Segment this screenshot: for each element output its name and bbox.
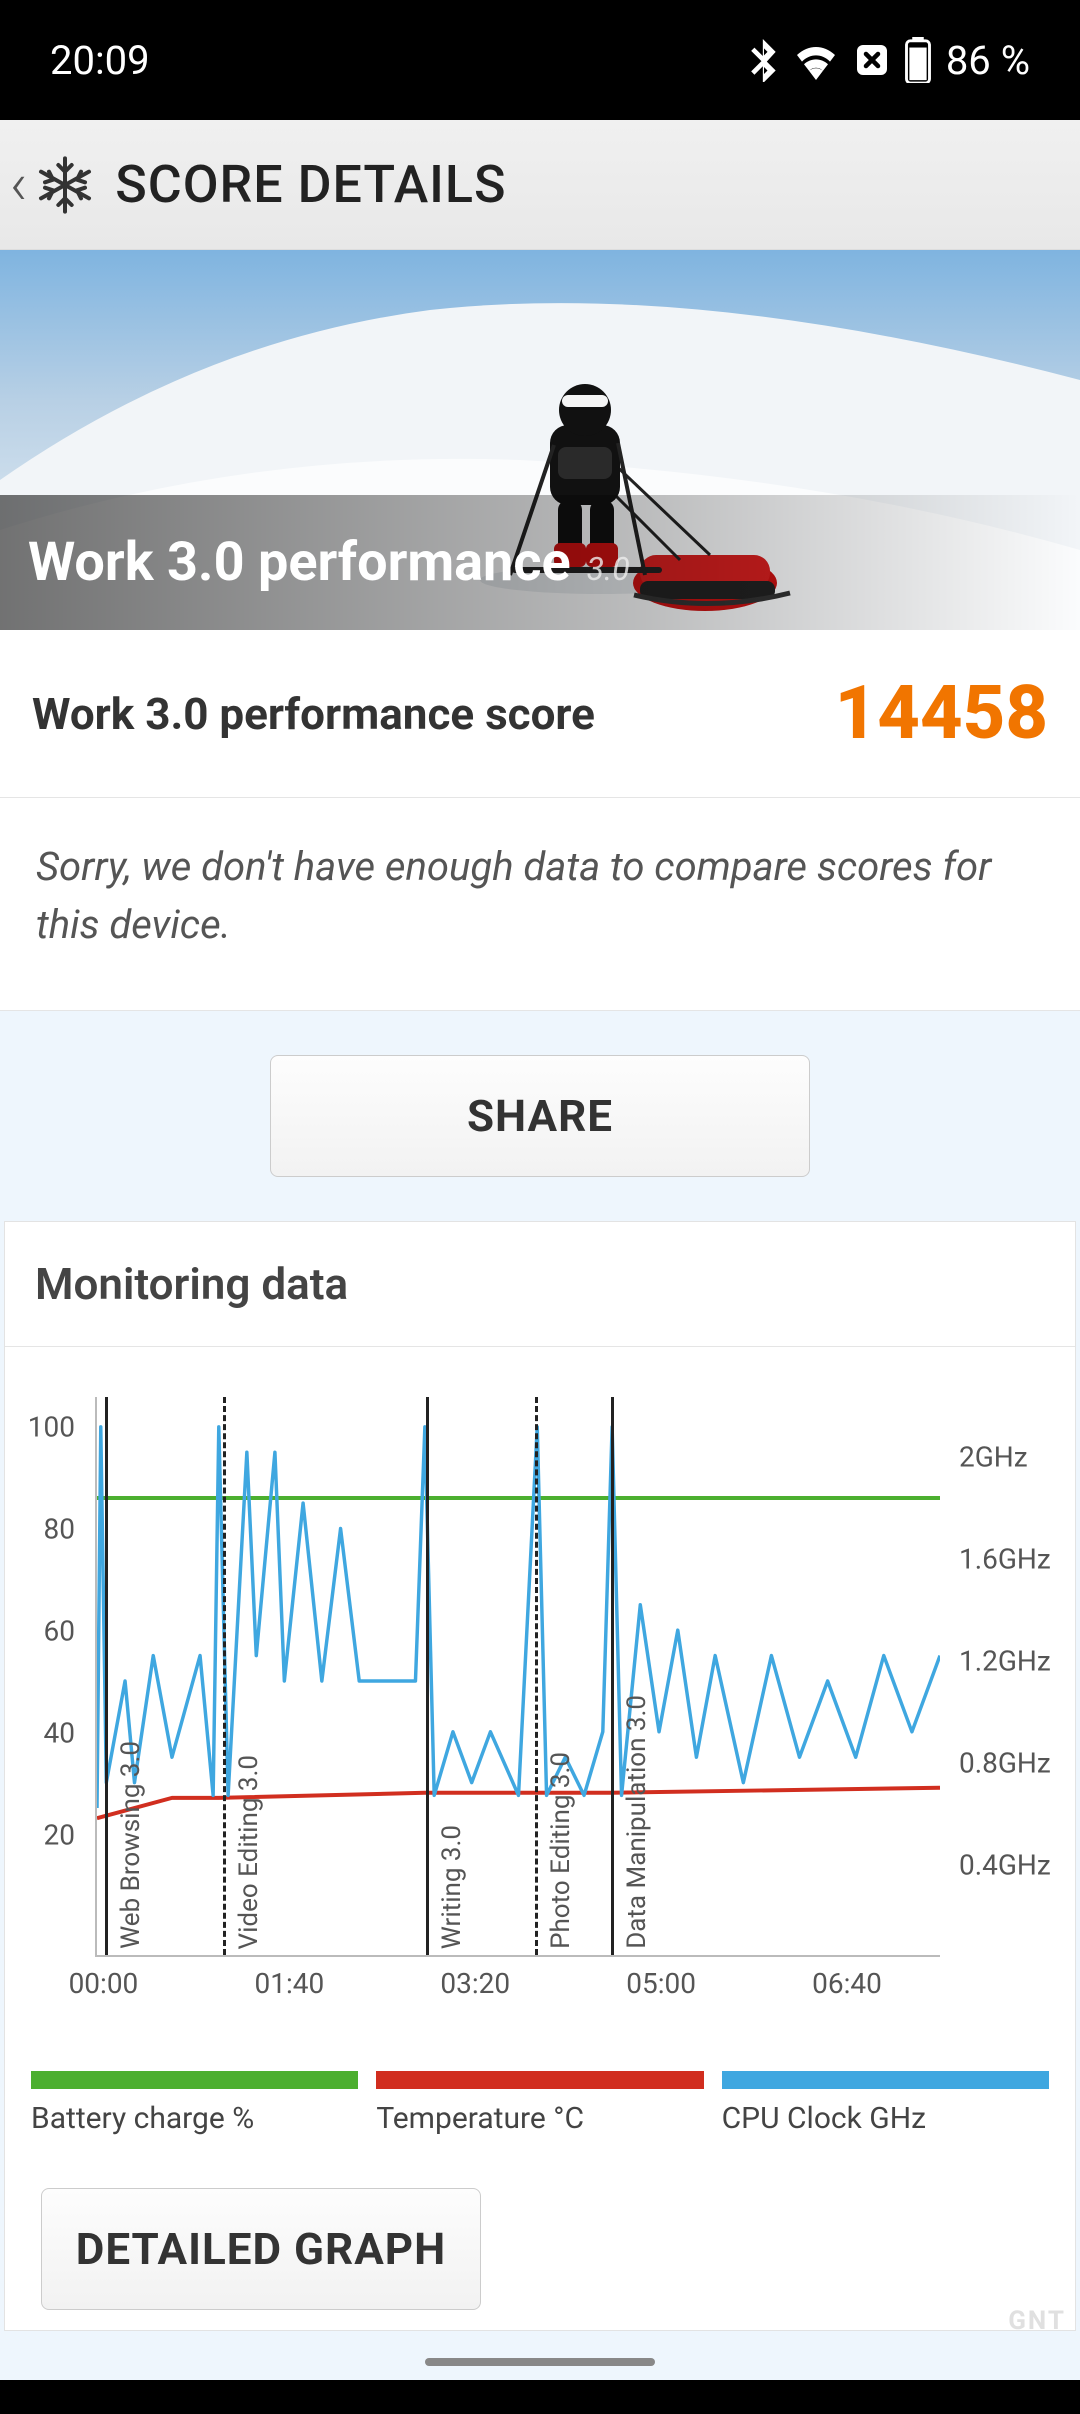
phase-divider: Web Browsing 3.0 <box>105 1397 108 1955</box>
legend-item: Battery charge % <box>31 2071 358 2136</box>
monitoring-chart[interactable]: 100 80 60 40 20 2GHz 1.6GHz 1.2GHz 0.8GHz 0.4GHz… <box>25 1397 1055 2037</box>
legend-label: CPU Clock GHz <box>722 2101 1049 2136</box>
y-left-tick: 20 <box>44 1819 75 1852</box>
score-value: 14458 <box>835 670 1048 757</box>
score-label: Work 3.0 performance score <box>32 688 595 740</box>
legend-label: Battery charge % <box>31 2101 358 2136</box>
legend-item: CPU Clock GHz <box>722 2071 1049 2136</box>
phase-label: Data Manipulation 3.0 <box>622 1695 652 1949</box>
x-tick: 03:20 <box>440 1967 510 2000</box>
wifi-icon <box>792 40 840 80</box>
y-right-tick: 1.2GHz <box>959 1645 1051 1678</box>
y-left-tick: 100 <box>28 1411 75 1444</box>
hero-banner: Work 3.0 performance 3.0 <box>0 250 1080 630</box>
battery-icon <box>904 37 932 83</box>
y-right-tick: 2GHz <box>959 1441 1028 1474</box>
legend-swatch <box>31 2071 358 2089</box>
detailed-graph-button[interactable]: DETAILED GRAPH <box>41 2188 481 2310</box>
x-tick: 01:40 <box>254 1967 324 2000</box>
bluetooth-icon <box>750 38 778 82</box>
hero-version: 3.0 <box>587 550 630 588</box>
phase-divider: Writing 3.0 <box>426 1397 429 1955</box>
share-button[interactable]: SHARE <box>270 1055 810 1177</box>
monitoring-card: Monitoring data 100 80 60 40 20 2GHz 1.6GHz 1.… <box>4 1221 1076 2331</box>
clock: 20:09 <box>50 37 150 84</box>
x-tick: 05:00 <box>626 1967 696 2000</box>
phase-label: Writing 3.0 <box>437 1825 467 1949</box>
chart-legend: Battery charge % Temperature °C CPU Clock … <box>5 2047 1075 2148</box>
phase-label: Photo Editing 3.0 <box>546 1752 576 1949</box>
y-right-tick: 0.4GHz <box>959 1849 1051 1882</box>
compare-message: Sorry, we don't have enough data to comp… <box>0 798 1080 1011</box>
legend-swatch <box>376 2071 703 2089</box>
snowflake-icon <box>33 153 97 217</box>
legend-swatch <box>722 2071 1049 2089</box>
y-right-tick: 0.8GHz <box>959 1747 1051 1780</box>
monitoring-title: Monitoring data <box>5 1222 1075 1347</box>
battery-text: 86 % <box>946 37 1030 84</box>
page-title: SCORE DETAILS <box>115 154 506 215</box>
nav-handle[interactable] <box>425 2358 655 2366</box>
legend-label: Temperature °C <box>376 2101 703 2136</box>
x-tick: 00:00 <box>69 1967 139 2000</box>
phase-divider: Photo Editing 3.0 <box>535 1397 538 1955</box>
phase-label: Web Browsing 3.0 <box>116 1741 146 1949</box>
y-left-tick: 40 <box>44 1717 75 1750</box>
phase-divider: Data Manipulation 3.0 <box>611 1397 614 1955</box>
y-right-tick: 1.6GHz <box>959 1543 1051 1576</box>
phase-divider: Video Editing 3.0 <box>223 1397 226 1955</box>
legend-item: Temperature °C <box>376 2071 703 2136</box>
y-left-tick: 60 <box>44 1615 75 1648</box>
close-box-icon <box>854 42 890 78</box>
status-bar: 20:09 86 % <box>0 0 1080 120</box>
back-icon[interactable]: ‹ <box>10 151 27 219</box>
app-header: ‹ SCORE DETAILS <box>0 120 1080 250</box>
status-icons: 86 % <box>750 37 1030 84</box>
phase-label: Video Editing 3.0 <box>234 1755 264 1949</box>
hero-title: Work 3.0 performance <box>28 531 571 594</box>
y-left-tick: 80 <box>44 1513 75 1546</box>
watermark: GNT <box>1008 2306 1066 2336</box>
x-tick: 06:40 <box>812 1967 882 2000</box>
score-row: Work 3.0 performance score 14458 <box>0 630 1080 798</box>
